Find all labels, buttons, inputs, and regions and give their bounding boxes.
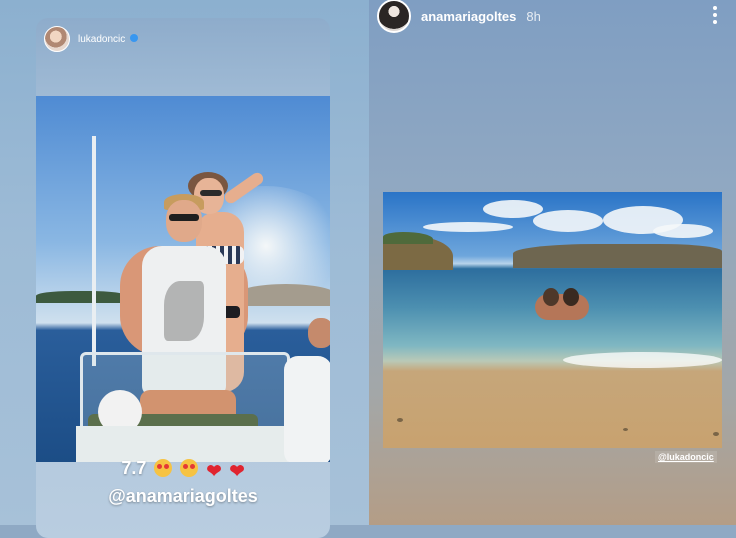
boy-figure	[284, 356, 330, 462]
man-head	[166, 200, 202, 242]
boat-deck	[76, 426, 288, 462]
sand-stone	[713, 432, 719, 436]
left-story-panel: lukadoncic 7.7 ❤ ❤ @anamariagoltes	[0, 0, 369, 538]
cloud	[483, 200, 543, 218]
caption-rating: 7.7 ❤ ❤	[36, 458, 330, 480]
left-story-card[interactable]: lukadoncic 7.7 ❤ ❤ @anamariagoltes	[36, 18, 330, 538]
right-story-header[interactable]: anamariagoltes 8h	[377, 0, 541, 33]
more-vertical-icon[interactable]	[712, 6, 718, 26]
mention-sticker[interactable]: @lukadoncic	[655, 451, 717, 463]
avatar[interactable]	[44, 26, 70, 52]
story-timestamp: 8h	[526, 8, 541, 24]
red-heart-emoji-icon: ❤	[229, 461, 245, 481]
woman-sunglasses	[200, 190, 222, 196]
heart-eyes-emoji-icon	[180, 459, 199, 477]
cloud	[423, 222, 513, 232]
mention-sticker[interactable]: @anamariagoltes	[36, 486, 330, 507]
avatar[interactable]	[377, 0, 411, 33]
red-heart-emoji-icon: ❤	[206, 461, 222, 481]
left-story-header[interactable]: lukadoncic	[44, 26, 139, 52]
sand-stone	[623, 428, 628, 431]
distant-hills	[513, 244, 722, 268]
man-sunglasses	[169, 214, 199, 221]
right-story-panel[interactable]: anamariagoltes 8h @lukadoncic	[369, 0, 736, 525]
woman-head	[543, 288, 559, 306]
verified-badge-icon	[130, 33, 139, 42]
cloud	[653, 224, 713, 238]
man-head	[563, 288, 579, 306]
boy-head	[308, 318, 330, 348]
beach-photo	[383, 192, 722, 448]
sand-stone	[397, 418, 403, 422]
distant-hill	[236, 284, 330, 306]
story-username[interactable]: anamariagoltes	[421, 9, 516, 24]
heart-eyes-emoji-icon	[154, 459, 173, 477]
boat-mast	[92, 136, 96, 366]
tank-top-print	[164, 281, 204, 341]
cliff-vegetation	[383, 232, 433, 244]
rating-text: 7.7	[121, 458, 147, 478]
cloud	[533, 210, 603, 232]
distant-shore	[36, 291, 126, 303]
shore-foam	[563, 352, 722, 368]
boat-photo	[36, 96, 330, 462]
story-username[interactable]: lukadoncic	[78, 33, 139, 45]
